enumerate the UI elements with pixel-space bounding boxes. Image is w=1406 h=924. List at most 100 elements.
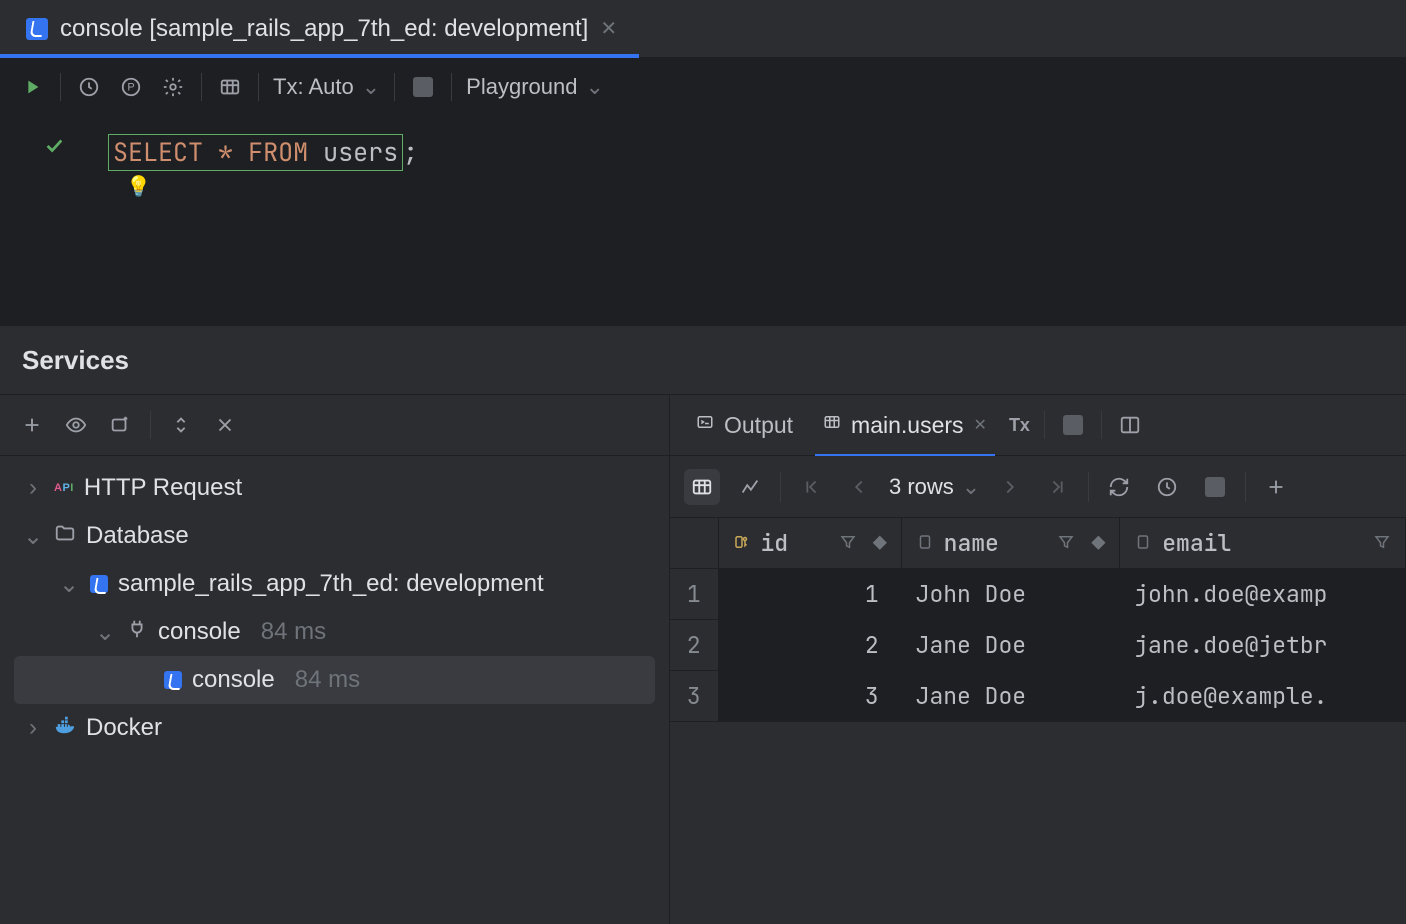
history-icon[interactable] [75, 73, 103, 101]
tree-label: Database [86, 522, 189, 550]
column-icon [916, 528, 934, 558]
rows-count-dropdown[interactable]: 3 rows ⌄ [889, 474, 980, 500]
result-tab-table[interactable]: main.users ✕ [815, 395, 995, 455]
tx-mode-label: Tx: Auto [273, 74, 354, 100]
cell-id[interactable]: 3 [718, 671, 901, 722]
code-area[interactable]: SELECT * FROM users; 💡 [108, 116, 1406, 326]
console-toolbar: P Tx: Auto ⌄ Playground ⌄ [0, 58, 1406, 116]
expand-collapse-icon[interactable] [167, 411, 195, 439]
filter-icon[interactable] [1057, 528, 1075, 558]
close-all-icon[interactable] [211, 411, 239, 439]
chevron-down-icon[interactable]: ⌄ [22, 522, 44, 551]
add-icon[interactable] [18, 411, 46, 439]
tree-item-db-connection[interactable]: ⌄ sample_rails_app_7th_ed: development [0, 560, 669, 608]
table-row[interactable]: 2 2 Jane Doe jane.doe@jetbr [670, 620, 1406, 671]
tree-timing: 84 ms [295, 666, 360, 694]
editor-gutter [0, 116, 108, 326]
services-tree-pane: › API HTTP Request ⌄ Database ⌄ sample_r… [0, 394, 670, 924]
tree-item-console[interactable]: console 84 ms [14, 656, 655, 704]
separator [1101, 411, 1102, 439]
services-title: Services [22, 345, 129, 376]
sort-icon[interactable]: ◆ [1091, 528, 1105, 558]
sql-file-icon [90, 575, 108, 593]
close-icon[interactable]: ✕ [974, 415, 987, 435]
sql-terminator: ; [403, 135, 418, 169]
chart-view-icon[interactable] [732, 469, 768, 505]
sort-icon[interactable]: ◆ [873, 528, 887, 558]
services-panel: Services [0, 326, 1406, 924]
tx-indicator-icon[interactable]: Tx [1009, 415, 1030, 436]
editor-tab-console[interactable]: console [sample_rails_app_7th_ed: develo… [0, 0, 639, 57]
tree-item-http[interactable]: › API HTTP Request [0, 464, 669, 512]
cell-name[interactable]: Jane Doe [901, 671, 1120, 722]
tree-item-docker[interactable]: › Docker [0, 704, 669, 752]
filter-icon[interactable] [1373, 528, 1391, 558]
session-dropdown[interactable]: Playground ⌄ [466, 74, 604, 100]
stop-button[interactable] [1197, 469, 1233, 505]
tree-item-database[interactable]: ⌄ Database [0, 512, 669, 560]
run-icon[interactable] [18, 73, 46, 101]
tree-label: HTTP Request [84, 474, 242, 502]
show-hidden-icon[interactable] [62, 411, 90, 439]
filter-icon[interactable] [839, 528, 857, 558]
last-page-icon[interactable] [1040, 469, 1076, 505]
explain-plan-icon[interactable]: P [117, 73, 145, 101]
chevron-down-icon[interactable]: ⌄ [58, 570, 80, 599]
result-view-icon[interactable] [216, 73, 244, 101]
cell-id[interactable]: 2 [718, 620, 901, 671]
cell-name[interactable]: John Doe [901, 569, 1120, 620]
cell-id[interactable]: 1 [718, 569, 901, 620]
sql-keyword: SELECT [113, 135, 203, 169]
result-tab-output[interactable]: Output [688, 395, 801, 455]
sql-line[interactable]: SELECT * FROM users; [108, 134, 1406, 171]
tree-item-console-group[interactable]: ⌄ console 84 ms [0, 608, 669, 656]
close-icon[interactable]: ✕ [600, 16, 617, 41]
column-header-email[interactable]: email [1120, 518, 1406, 569]
rows-count-label: 3 rows [889, 474, 954, 500]
separator [201, 73, 202, 101]
chevron-right-icon[interactable]: › [22, 474, 44, 502]
separator [60, 73, 61, 101]
separator [1088, 472, 1089, 502]
chevron-right-icon[interactable]: › [22, 714, 44, 742]
result-pane: Output main.users ✕ Tx [670, 394, 1406, 924]
tree-toolbar [0, 394, 669, 456]
separator [1044, 411, 1045, 439]
next-page-icon[interactable] [992, 469, 1028, 505]
table-row[interactable]: 1 1 John Doe john.doe@examp [670, 569, 1406, 620]
new-window-icon[interactable] [106, 411, 134, 439]
result-tabs: Output main.users ✕ Tx [670, 394, 1406, 456]
cell-email[interactable]: john.doe@examp [1120, 569, 1406, 620]
column-header-id[interactable]: id ◆ [718, 518, 901, 569]
prev-page-icon[interactable] [841, 469, 877, 505]
column-header-name[interactable]: name ◆ [901, 518, 1120, 569]
separator [1245, 472, 1246, 502]
chevron-down-icon: ⌄ [585, 74, 603, 100]
rownum-header[interactable] [670, 518, 718, 569]
stop-button[interactable] [409, 73, 437, 101]
tx-mode-dropdown[interactable]: Tx: Auto ⌄ [273, 74, 380, 100]
reload-icon[interactable] [1101, 469, 1137, 505]
first-page-icon[interactable] [793, 469, 829, 505]
plug-icon [126, 618, 148, 647]
lightbulb-icon[interactable]: 💡 [126, 174, 151, 199]
table-row[interactable]: 3 3 Jane Doe j.doe@example. [670, 671, 1406, 722]
add-row-icon[interactable] [1258, 469, 1294, 505]
sql-keyword: FROM [248, 135, 308, 169]
separator [150, 411, 151, 439]
tree-label: Docker [86, 714, 162, 742]
layout-icon[interactable] [1116, 411, 1144, 439]
settings-icon[interactable] [159, 73, 187, 101]
separator [780, 472, 781, 502]
stop-button[interactable] [1059, 411, 1087, 439]
sql-editor[interactable]: SELECT * FROM users; 💡 [0, 116, 1406, 326]
cell-email[interactable]: j.doe@example. [1120, 671, 1406, 722]
result-toolbar: 3 rows ⌄ [670, 456, 1406, 518]
cell-name[interactable]: Jane Doe [901, 620, 1120, 671]
table-view-icon[interactable] [684, 469, 720, 505]
cell-email[interactable]: jane.doe@jetbr [1120, 620, 1406, 671]
history-icon[interactable] [1149, 469, 1185, 505]
chevron-down-icon[interactable]: ⌄ [94, 618, 116, 647]
row-number: 1 [670, 569, 718, 620]
row-number: 2 [670, 620, 718, 671]
